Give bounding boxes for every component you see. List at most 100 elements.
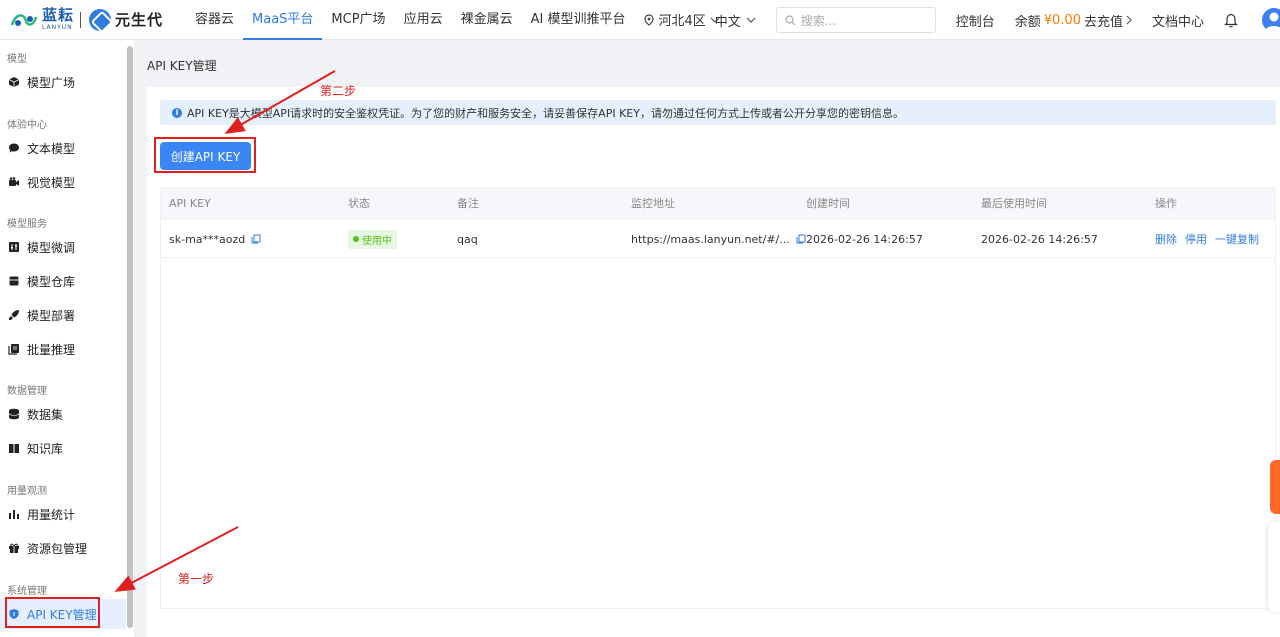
annotation-step2-label: 第二步	[320, 84, 357, 98]
sidebar-group-data-manage: 数据管理	[7, 386, 47, 397]
table-header: API KEY 状态 备注 监控地址 创建时间 最后使用时间 操作	[161, 188, 1275, 220]
sidebar-item-model-deploy[interactable]: 模型部署	[0, 300, 126, 330]
sidebar-item-label: 模型仓库	[27, 274, 76, 289]
chevron-right-icon	[1126, 15, 1132, 25]
recharge-link[interactable]: 去充值	[1084, 11, 1123, 30]
balance-widget[interactable]: 余额 ¥0.00 去充值	[1015, 11, 1132, 30]
sidebar-item-resource-pack[interactable]: 资源包管理	[0, 533, 126, 563]
annotation-box-api-key-menu	[5, 597, 100, 628]
sidebar-item-model-repo[interactable]: 模型仓库	[0, 266, 126, 296]
column-header-api-key: API KEY	[169, 197, 211, 210]
yuanshengdai-logo-icon	[89, 8, 112, 31]
column-header-monitor-url: 监控地址	[631, 197, 675, 210]
lanyun-logo-icon	[10, 13, 38, 26]
sidebar-item-label: 用量统计	[27, 507, 76, 522]
sidebar-group-usage: 用量观测	[7, 486, 47, 497]
api-key-cell: sk-ma***aozd	[169, 220, 261, 258]
language-selector[interactable]: 中文	[715, 11, 756, 30]
book-icon	[9, 444, 19, 453]
monitor-url-cell: https://maas.lanyun.net/#/...	[631, 220, 806, 258]
docs-link[interactable]: 文档中心	[1152, 11, 1204, 30]
search-input[interactable]: 搜索...	[775, 7, 936, 33]
nav-maas-platform[interactable]: MaaS平台	[243, 0, 323, 40]
sidebar-item-usage-stats[interactable]: 用量统计	[0, 499, 126, 529]
info-icon: i	[172, 107, 182, 118]
status-dot-icon	[353, 236, 359, 242]
search-icon	[785, 14, 796, 25]
column-header-created: 创建时间	[806, 197, 850, 210]
nav-bare-metal[interactable]: 裸金属云	[452, 0, 522, 40]
sidebar: 模型 模型广场 体验中心 文本模型 视觉模型 模型服务 模型微调 模型仓库 模型…	[0, 40, 135, 637]
header-right: 中文 搜索... 控制台 余额 ¥0.00 去充值 文档中心	[715, 0, 1280, 40]
created-cell: 2026-02-26 14:26:57	[806, 232, 923, 246]
location-pin-icon	[644, 13, 655, 26]
sidebar-item-label: 模型部署	[27, 308, 76, 323]
sidebar-item-model-square[interactable]: 模型广场	[0, 67, 126, 97]
database-box-icon	[9, 276, 19, 286]
console-link[interactable]: 控制台	[956, 11, 995, 30]
actions-cell: 删除 停用 一键复制	[1155, 220, 1259, 258]
column-header-actions: 操作	[1155, 197, 1177, 210]
rocket-icon	[9, 310, 19, 320]
copy-icon[interactable]	[251, 234, 261, 244]
status-badge: 使用中	[348, 229, 397, 249]
chat-icon	[9, 143, 19, 153]
sidebar-group-system: 系统管理	[7, 586, 47, 597]
page-title: API KEY管理	[147, 59, 217, 73]
brand-logo[interactable]: 蓝耘 LANYUN 元生代	[0, 0, 186, 40]
delete-link[interactable]: 删除	[1155, 231, 1177, 247]
sidebar-group-experience: 体验中心	[7, 120, 47, 131]
alert-text: API KEY是大模型API请求时的安全鉴权凭证。为了您的财产和服务安全，请妥善…	[187, 106, 904, 120]
logo2-text: 元生代	[115, 10, 164, 29]
disable-link[interactable]: 停用	[1185, 231, 1207, 247]
content-panel: i API KEY是大模型API请求时的安全鉴权凭证。为了您的财产和服务安全，请…	[147, 87, 1280, 637]
annotation-box-create-button	[154, 137, 256, 173]
user-avatar[interactable]	[1262, 8, 1280, 32]
last-used-cell: 2026-02-26 14:26:57	[981, 232, 1098, 246]
sidebar-item-label: 模型微调	[27, 240, 76, 255]
lanyun-wordmark: 蓝耘 LANYUN	[42, 5, 75, 32]
sidebar-item-label: 数据集	[27, 407, 64, 422]
sidebar-item-batch-inference[interactable]: 批量推理	[0, 334, 126, 364]
camera-icon	[9, 177, 19, 186]
tune-icon	[9, 242, 19, 252]
copy-all-link[interactable]: 一键复制	[1215, 231, 1259, 247]
sidebar-item-label: 文本模型	[27, 141, 76, 156]
logo-subtext: LANYUN	[42, 23, 73, 31]
sidebar-group-model: 模型	[7, 54, 27, 65]
sidebar-scrollbar[interactable]	[127, 46, 133, 628]
bell-icon[interactable]	[1224, 12, 1238, 28]
sidebar-item-label: 批量推理	[27, 342, 76, 357]
nav-app-cloud[interactable]: 应用云	[395, 0, 452, 40]
nav-ai-training[interactable]: AI 模型训推平台	[522, 0, 635, 40]
sidebar-item-dataset[interactable]: 数据集	[0, 399, 126, 429]
api-key-value: sk-ma***aozd	[169, 232, 246, 246]
sidebar-item-vision-model[interactable]: 视觉模型	[0, 167, 126, 197]
sidebar-item-label: 资源包管理	[27, 541, 88, 556]
nav-mcp-square[interactable]: MCP广场	[322, 0, 394, 40]
user-icon	[1265, 12, 1280, 32]
sidebar-item-text-model[interactable]: 文本模型	[0, 133, 126, 163]
floating-contact-panel[interactable]	[1268, 522, 1280, 612]
search-placeholder: 搜索...	[800, 13, 837, 28]
sidebar-item-fine-tune[interactable]: 模型微调	[0, 232, 126, 262]
api-key-table: API KEY 状态 备注 监控地址 创建时间 最后使用时间 操作 sk-ma*…	[160, 187, 1276, 609]
balance-amount: ¥0.00	[1043, 12, 1081, 28]
sidebar-item-knowledge-base[interactable]: 知识库	[0, 433, 126, 463]
chevron-down-icon	[746, 17, 756, 23]
nav-container-cloud[interactable]: 容器云	[186, 0, 243, 40]
logo-text: 蓝耘	[42, 5, 75, 24]
language-label: 中文	[714, 14, 741, 30]
copy-icon[interactable]	[796, 234, 806, 244]
column-header-remark: 备注	[457, 197, 479, 210]
column-header-status: 状态	[348, 197, 370, 210]
logo-divider	[80, 11, 82, 28]
bar-chart-icon	[9, 510, 19, 519]
column-header-last-used: 最后使用时间	[981, 197, 1047, 210]
remark-cell: qaq	[457, 232, 478, 246]
region-label: 河北4区	[658, 14, 706, 29]
sidebar-item-label: 模型广场	[27, 75, 76, 90]
floating-service-tab[interactable]	[1270, 460, 1280, 514]
info-alert: i API KEY是大模型API请求时的安全鉴权凭证。为了您的财产和服务安全，请…	[160, 100, 1276, 125]
sidebar-item-label: 视觉模型	[27, 175, 76, 190]
